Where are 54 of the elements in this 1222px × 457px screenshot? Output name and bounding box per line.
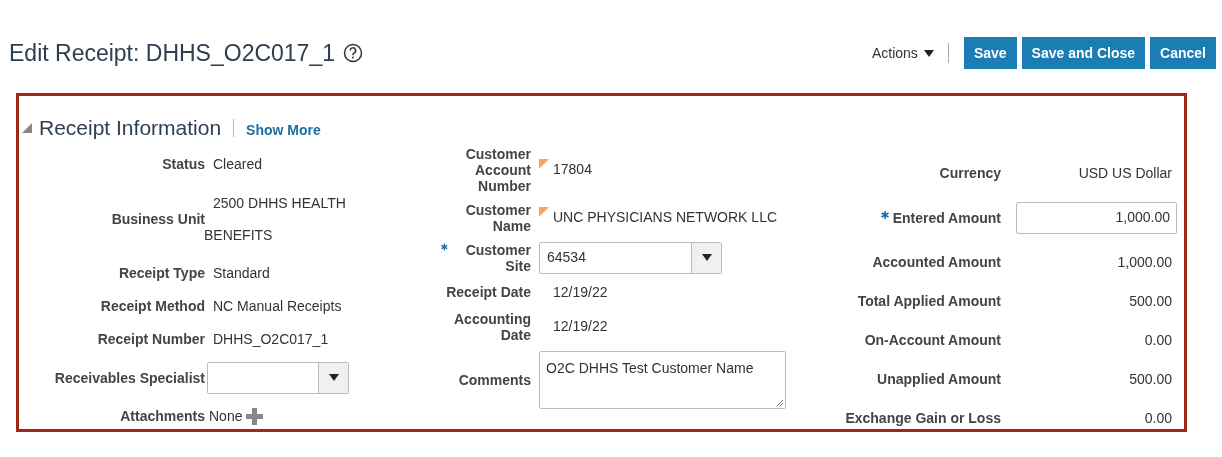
field-value: None bbox=[209, 406, 243, 426]
collapse-triangle-icon[interactable] bbox=[21, 121, 33, 134]
toolbar-button[interactable]: Save and Close bbox=[1021, 37, 1146, 69]
field-label: Customer Account Number bbox=[464, 145, 531, 194]
toolbar-button[interactable]: Cancel bbox=[1150, 37, 1216, 69]
field-label: Customer Site bbox=[464, 241, 531, 274]
field-label: Comments bbox=[458, 371, 531, 388]
add-icon[interactable] bbox=[246, 407, 264, 425]
field-label: Customer Name bbox=[464, 201, 531, 234]
field-value: UNC PHYSICIANS NETWORK LLC bbox=[553, 208, 778, 227]
field-label: Total Applied Amount bbox=[857, 293, 1001, 309]
field-label: Receipt Method bbox=[100, 298, 205, 314]
select-field[interactable] bbox=[207, 361, 349, 394]
field-label: Receipt Number bbox=[97, 331, 205, 347]
field-label: Accounting Date bbox=[453, 310, 531, 343]
field-label: Attachments bbox=[120, 408, 205, 424]
field-label: Unapplied Amount bbox=[877, 371, 1001, 387]
field-label: Receipt Date bbox=[446, 284, 531, 300]
help-icon[interactable] bbox=[343, 43, 363, 63]
show-more-link[interactable]: Show More bbox=[246, 120, 321, 142]
field-label: Accounted Amount bbox=[872, 254, 1001, 270]
toolbar-button[interactable]: Save bbox=[963, 37, 1017, 69]
caret-icon bbox=[328, 374, 339, 381]
field-label: Receipt Type bbox=[118, 265, 205, 281]
field-value: USD US Dollar bbox=[1078, 163, 1172, 183]
field-value: 0.00 bbox=[1144, 330, 1172, 350]
field-value: 2500 DHHS HEALTH BENEFITS bbox=[204, 193, 347, 245]
field-value: 500.00 bbox=[1129, 291, 1172, 311]
field-value: 500.00 bbox=[1129, 369, 1172, 389]
field-value: DHHS_O2C017_1 bbox=[213, 329, 329, 349]
select-field[interactable]: 64534 bbox=[539, 241, 722, 274]
field-value: 1,000.00 bbox=[1117, 252, 1172, 272]
field-value: Standard bbox=[213, 263, 270, 283]
actions-menu[interactable]: Actions bbox=[871, 42, 934, 64]
field-label: Currency bbox=[939, 165, 1001, 181]
page-title: Edit Receipt: DHHS_O2C017_1 bbox=[9, 38, 335, 68]
field-label: On-Account Amount bbox=[864, 332, 1001, 348]
resize-handle-icon[interactable] bbox=[776, 398, 784, 407]
comments-field[interactable]: O2C DHHS Test Customer Name bbox=[539, 350, 786, 409]
field-label: Exchange Gain or Loss bbox=[845, 410, 1001, 426]
field-value: NC Manual Receipts bbox=[213, 296, 342, 316]
section-title: Receipt Information bbox=[39, 115, 222, 141]
field-label: Business Unit bbox=[111, 210, 205, 227]
field-value: 12/19/22 bbox=[553, 317, 608, 336]
amount-field[interactable]: 1,000.00 bbox=[1016, 201, 1177, 234]
field-label: Entered Amount bbox=[892, 209, 1001, 226]
field-label: Receivables Specialist bbox=[54, 369, 205, 386]
field-label: Status bbox=[162, 156, 205, 172]
field-value: Cleared bbox=[213, 154, 263, 174]
caret-icon bbox=[923, 49, 934, 57]
field-value: 0.00 bbox=[1144, 408, 1172, 428]
field-value: 17804 bbox=[553, 160, 592, 179]
caret-icon bbox=[701, 254, 712, 261]
field-value: 12/19/22 bbox=[553, 282, 608, 302]
